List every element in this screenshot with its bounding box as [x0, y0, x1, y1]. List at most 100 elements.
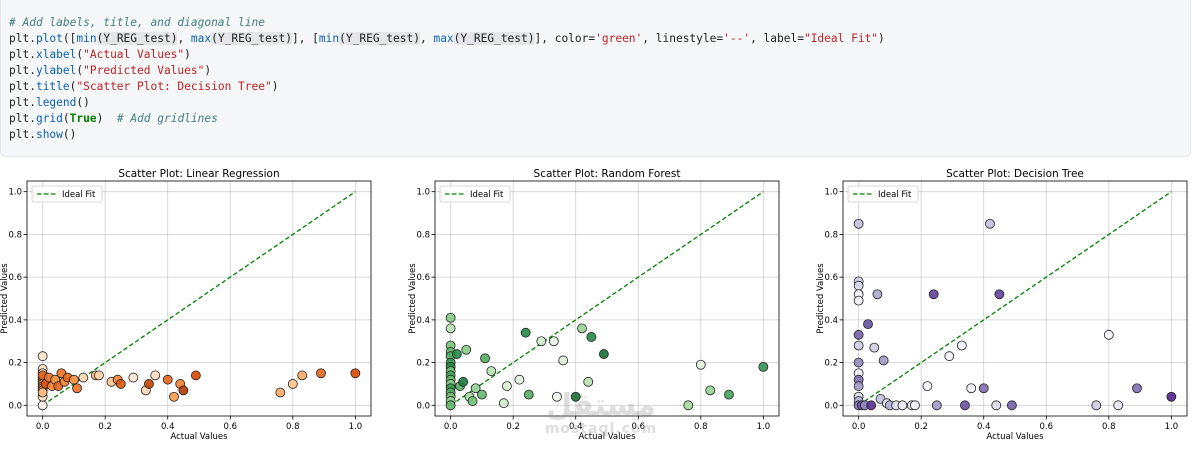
y-tick-label: 0.0 — [416, 401, 430, 411]
code-token: plt. — [9, 128, 36, 141]
y-tick-label: 0.0 — [824, 401, 838, 411]
x-tick-label: 0.8 — [286, 422, 300, 432]
code-token: show — [35, 128, 63, 141]
chart-panel-1: 0.0 0.2 0.4 0.6 0.8 1.0 0.0 0.2 0.4 0.6 0.8 1.0 Scat… — [0, 168, 372, 442]
y-tick-label: 0.6 — [416, 273, 430, 283]
scatter-point — [1132, 383, 1142, 394]
scatter-point — [869, 342, 880, 353]
scatter-point — [1166, 391, 1177, 402]
chart-panel-3: 0.0 0.2 0.4 0.6 0.8 1.0 0.0 0.2 0.4 0.6 0.8 1.0 Scat… — [816, 168, 1188, 442]
chart-title: Scatter Plot: Random Forest — [534, 168, 681, 180]
chart-panel-2: 0.0 0.2 0.4 0.6 0.8 1.0 0.0 0.2 0.4 0.6 0.8 1.0 Scat… — [408, 168, 780, 442]
code-token: () — [62, 128, 77, 141]
code-token: '--' — [723, 32, 751, 45]
scatter-point — [878, 355, 889, 366]
legend-label: Ideal Fit — [62, 190, 96, 200]
ideal-fit-line — [450, 191, 764, 406]
y-tick-label: 0.8 — [824, 230, 838, 240]
scatter-point — [897, 400, 908, 411]
scatter-point — [275, 387, 286, 398]
x-tick-label: 0.2 — [914, 422, 928, 432]
scatter-point — [853, 295, 864, 306]
x-tick-label: 0.0 — [444, 422, 458, 432]
scatter-point — [169, 391, 179, 402]
scatter-point — [461, 344, 472, 355]
code-token: plt. — [9, 64, 36, 77]
scatter-point — [705, 385, 716, 396]
y-tick-label: 0.0 — [8, 401, 22, 411]
chart-title: Scatter Plot: Decision Tree — [946, 168, 1084, 180]
scatter-point — [1006, 400, 1017, 411]
scatter-point — [190, 370, 201, 381]
scatter-point — [683, 400, 694, 411]
scatter-point — [853, 340, 864, 351]
y-tick-label: 0.6 — [824, 273, 838, 283]
x-tick-label: 0.6 — [1040, 422, 1054, 432]
code-token: True — [69, 112, 97, 125]
code-line: plt.show() — [9, 127, 885, 143]
scatter-point — [1103, 329, 1114, 340]
scatter-point — [115, 379, 126, 389]
code-token: ([ — [62, 32, 77, 45]
scatter-point — [577, 323, 587, 334]
code-token: (Y_REG_test) — [96, 32, 178, 45]
scatter-point — [960, 400, 970, 411]
code-token: grid — [35, 112, 63, 125]
code-line: plt.title("Scatter Plot: Decision Tree") — [9, 79, 885, 95]
scatter-point — [872, 289, 883, 300]
scatter-point — [37, 400, 48, 411]
code-token: # Add labels, title, and diagonal line — [9, 16, 265, 29]
code-token: , linestyle= — [642, 32, 724, 45]
scatter-point — [467, 396, 478, 406]
code-line: plt.plot([min(Y_REG_test), max(Y_REG_tes… — [9, 31, 885, 47]
code-token: plt. — [9, 32, 36, 45]
scatter-point — [552, 391, 562, 402]
scatter-point — [451, 349, 462, 359]
y-tick-label: 1.0 — [8, 188, 22, 198]
code-token: ) — [878, 32, 885, 45]
x-tick-label: 0.8 — [1102, 422, 1116, 432]
code-token: legend — [35, 96, 77, 109]
scatter-point — [586, 332, 597, 342]
scatter-point — [514, 374, 525, 385]
x-tick-label: 1.0 — [349, 422, 363, 432]
scatter-point — [445, 400, 456, 411]
code-token: # Add gridlines — [116, 112, 218, 125]
scatter-point — [956, 340, 967, 351]
legend-label: Ideal Fit — [878, 190, 912, 200]
scatter-point — [37, 387, 48, 398]
scatter-point — [486, 366, 497, 377]
x-tick-label: 0.4 — [161, 422, 175, 432]
scatter-point — [316, 368, 326, 379]
y-tick-label: 0.4 — [416, 316, 430, 326]
scatter-point — [458, 376, 469, 387]
code-cell[interactable]: # Add labels, title, and diagonal line pl… — [0, 0, 1191, 157]
scatter-point — [598, 349, 609, 359]
code-token: (Y_REG_test) — [453, 32, 535, 45]
x-tick-label: 1.0 — [1165, 422, 1179, 432]
scatter-point — [853, 280, 864, 291]
scatter-point — [162, 374, 173, 385]
scatter-point — [78, 372, 89, 383]
scatter-point — [853, 357, 864, 368]
scatter-point — [922, 381, 933, 391]
code-line: plt.legend() — [9, 95, 885, 111]
x-tick-label: 1.0 — [757, 422, 771, 432]
scatter-point — [480, 353, 490, 364]
scatter-point — [128, 372, 139, 383]
code-line: plt.grid(True) # Add gridlines — [9, 111, 885, 127]
legend-label: Ideal Fit — [470, 190, 504, 200]
scatter-point — [150, 370, 161, 381]
chart-title: Scatter Plot: Linear Regression — [118, 168, 279, 180]
scatter-point — [445, 312, 456, 323]
x-axis-label: Actual Values — [986, 432, 1044, 442]
code-token: ) — [96, 112, 117, 125]
y-tick-label: 1.0 — [824, 188, 838, 198]
code-block[interactable]: # Add labels, title, and diagonal line pl… — [9, 15, 885, 143]
plot-output: 0.0 0.2 0.4 0.6 0.8 1.0 0.0 0.2 0.4 0.6 0.8 1.0 Scat… — [0, 160, 1193, 455]
y-axis-label: Predicted Values — [816, 263, 826, 334]
code-token: min — [76, 32, 97, 45]
y-tick-label: 0.8 — [416, 230, 430, 240]
code-token: (Y_REG_test) — [211, 32, 292, 45]
x-tick-label: 0.2 — [98, 422, 112, 432]
